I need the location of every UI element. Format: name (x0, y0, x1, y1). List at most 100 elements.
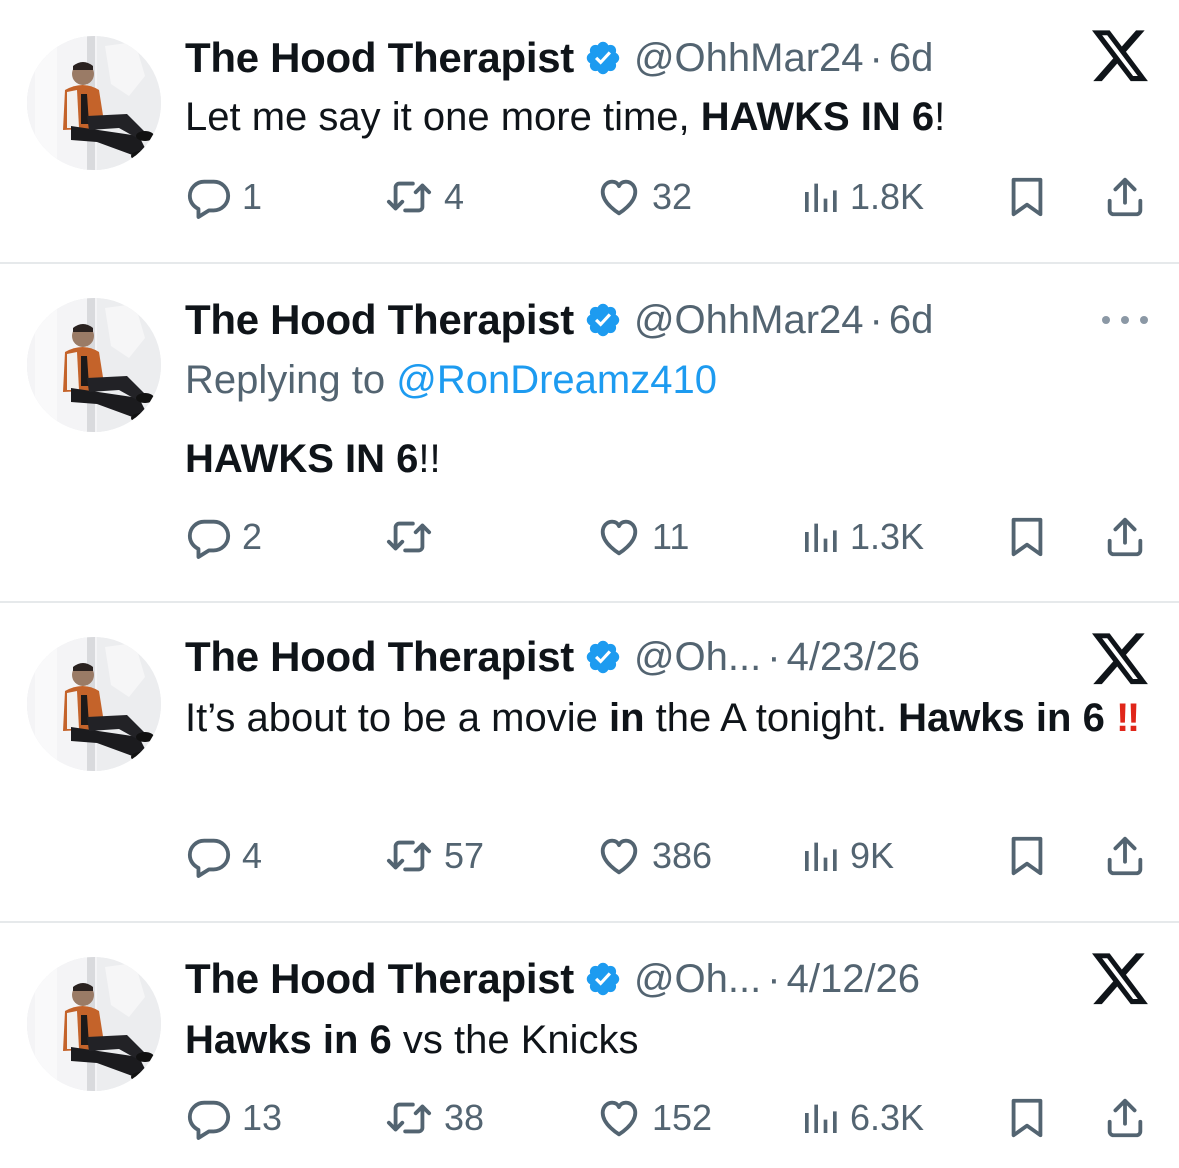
action-bar: 13 38 152 6.3K (0, 1093, 1179, 1143)
repost-icon (384, 174, 434, 220)
display-name[interactable]: The Hood Therapist (185, 34, 574, 82)
views-button[interactable]: 6.3K (800, 1093, 924, 1143)
share-icon (1102, 1094, 1148, 1142)
reply-button[interactable]: 13 (186, 1093, 282, 1143)
heart-icon (596, 833, 642, 879)
tweet[interactable]: The Hood Therapist @Oh... · 4/23/26 It’s… (0, 603, 1179, 921)
x-logo-icon (1092, 30, 1150, 84)
tweet-text-segment: HAWKS IN 6 (700, 95, 935, 139)
handle[interactable]: @OhhMar24 (634, 36, 864, 81)
share-button[interactable] (1102, 512, 1148, 562)
reply-button[interactable]: 2 (186, 512, 262, 562)
more-options-icon[interactable] (1102, 316, 1148, 328)
handle[interactable]: @Oh... (634, 635, 761, 680)
repost-button[interactable]: 57 (384, 831, 484, 881)
tweet-header: The Hood Therapist @OhhMar24 · 6d (185, 34, 933, 82)
bookmark-button[interactable] (1004, 831, 1050, 881)
views-button[interactable]: 1.3K (800, 512, 924, 562)
share-icon (1102, 513, 1148, 561)
timestamp[interactable]: 4/12/26 (787, 957, 920, 1002)
verified-badge-icon (584, 960, 622, 998)
share-button[interactable] (1102, 1093, 1148, 1143)
repost-button[interactable]: 4 (384, 172, 464, 222)
tweet-header: The Hood Therapist @Oh... · 4/12/26 (185, 955, 920, 1003)
like-button[interactable]: 11 (596, 512, 689, 562)
tweet-text-segment: !! (418, 437, 441, 481)
separator-dot: · (767, 956, 781, 1001)
separator-dot: · (767, 634, 781, 679)
handle[interactable]: @Oh... (634, 957, 761, 1002)
reply-count: 1 (242, 176, 263, 217)
verified-badge-icon (584, 301, 622, 339)
bookmark-icon (1004, 832, 1050, 880)
views-button[interactable]: 9K (800, 831, 894, 881)
timestamp[interactable]: 6d (889, 298, 934, 343)
like-button[interactable]: 32 (596, 172, 692, 222)
share-icon (1102, 173, 1148, 221)
action-bar: 2 11 1.3K (0, 512, 1179, 562)
handle[interactable]: @OhhMar24 (634, 298, 864, 343)
repost-icon (384, 833, 434, 879)
views-count: 9K (850, 835, 895, 876)
bookmark-button[interactable] (1004, 172, 1050, 222)
mention-link[interactable]: @RonDreamz410 (396, 358, 717, 402)
tweet-text-segment: Hawks in 6 (185, 1018, 392, 1062)
display-name[interactable]: The Hood Therapist (185, 296, 574, 344)
views-icon (800, 834, 840, 878)
tweet-feed: The Hood Therapist @OhhMar24 · 6d Let me… (0, 0, 1179, 1168)
x-logo-icon (1092, 953, 1150, 1007)
tweet[interactable]: The Hood Therapist @OhhMar24 · 6d Replyi… (0, 264, 1179, 602)
repost-button[interactable] (384, 512, 444, 562)
repost-count: 4 (444, 176, 465, 217)
display-name[interactable]: The Hood Therapist (185, 633, 574, 681)
tweet-text-segment: in (608, 696, 645, 740)
reply-icon (186, 1095, 232, 1141)
separator-dot: · (869, 297, 883, 342)
display-name[interactable]: The Hood Therapist (185, 955, 574, 1003)
tweet[interactable]: The Hood Therapist @OhhMar24 · 6d Let me… (0, 0, 1179, 262)
bookmark-button[interactable] (1004, 512, 1050, 562)
avatar[interactable] (27, 957, 161, 1091)
avatar[interactable] (27, 36, 161, 170)
views-icon (800, 1096, 840, 1140)
share-button[interactable] (1102, 831, 1148, 881)
heart-icon (596, 514, 642, 560)
heart-icon (596, 174, 642, 220)
tweet-text: Hawks in 6 vs the Knicks (185, 1011, 1155, 1069)
action-bar: 4 57 386 9K (0, 831, 1179, 881)
reply-button[interactable]: 4 (186, 831, 262, 881)
tweet-text-segment: HAWKS IN 6 (185, 437, 419, 481)
views-button[interactable]: 1.8K (800, 172, 924, 222)
double-exclamation-emoji: ‼ (1115, 696, 1140, 740)
repost-button[interactable]: 38 (384, 1093, 484, 1143)
tweet-text-segment: ! (934, 95, 946, 139)
like-count: 152 (652, 1097, 713, 1138)
repost-count: 57 (444, 835, 485, 876)
verified-badge-icon (584, 39, 622, 77)
bookmark-icon (1004, 1094, 1050, 1142)
timestamp[interactable]: 4/23/26 (787, 635, 920, 680)
replying-to-label: Replying to (185, 358, 397, 402)
timestamp[interactable]: 6d (889, 36, 934, 81)
tweet-header: The Hood Therapist @Oh... · 4/23/26 (185, 633, 920, 681)
reply-icon (186, 174, 232, 220)
share-button[interactable] (1102, 172, 1148, 222)
like-button[interactable]: 386 (596, 831, 712, 881)
bookmark-button[interactable] (1004, 1093, 1050, 1143)
heart-icon (596, 1095, 642, 1141)
tweet-text: It’s about to be a movie in the A tonigh… (185, 689, 1155, 747)
tweet-text-segment: the A tonight. (644, 696, 899, 740)
reply-button[interactable]: 1 (186, 172, 262, 222)
verified-badge-icon (584, 638, 622, 676)
like-count: 32 (652, 176, 693, 217)
tweet[interactable]: The Hood Therapist @Oh... · 4/12/26 Hawk… (0, 923, 1179, 1168)
views-count: 1.3K (850, 516, 925, 557)
separator-dot: · (869, 35, 883, 80)
like-button[interactable]: 152 (596, 1093, 712, 1143)
reply-count: 4 (242, 835, 263, 876)
like-count: 386 (652, 835, 713, 876)
x-logo-icon (1092, 633, 1150, 687)
avatar[interactable] (27, 298, 161, 432)
avatar[interactable] (27, 637, 161, 771)
repost-icon (384, 1095, 434, 1141)
